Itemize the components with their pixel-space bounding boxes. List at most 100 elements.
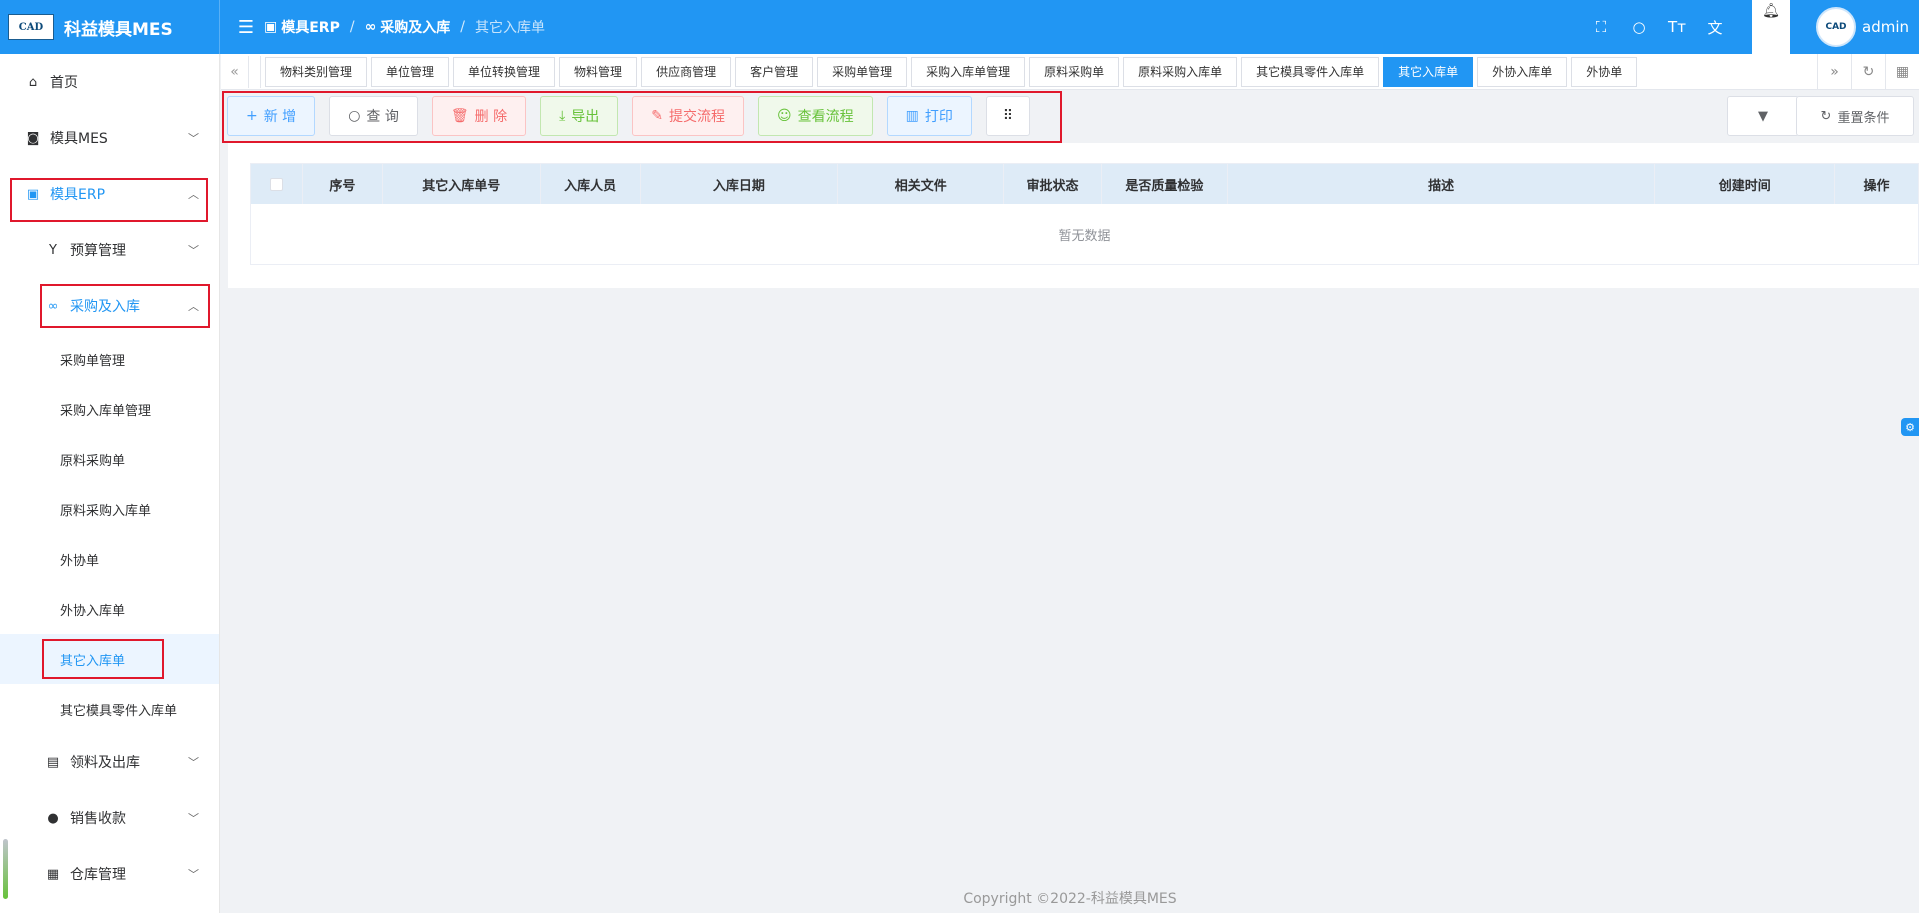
sidebar-item-budget[interactable]: Y 预算管理 ﹀ xyxy=(0,222,219,278)
tag-spacer xyxy=(249,55,261,88)
sidebar-item-other-mold-receipt[interactable]: 其它模具零件入库单 xyxy=(0,684,219,734)
breadcrumb-separator: / xyxy=(349,19,355,35)
table-header: 序号 其它入库单号 入库人员 入库日期 相关文件 审批状态 是否质量检验 描述 … xyxy=(251,164,1918,204)
chevron-down-icon: ﹀ xyxy=(188,756,199,769)
breadcrumb-separator: / xyxy=(460,19,465,35)
breadcrumb-item-current: 其它入库单 xyxy=(474,20,545,36)
font-size-icon[interactable]: Tт xyxy=(1658,18,1696,36)
sidebar: ⌂ 首页 ◙ 模具MES ﹀ ▣ 模具ERP ︿ Y 预算管理 ﹀ ∞ 采购及入库 ︿ 采… xyxy=(0,54,220,913)
data-table: 序号 其它入库单号 入库人员 入库日期 相关文件 审批状态 是否质量检验 描述 … xyxy=(250,163,1919,265)
sidebar-item-purchase[interactable]: ∞ 采购及入库 ︿ xyxy=(0,278,219,334)
select-all-cell xyxy=(251,164,303,204)
column-header[interactable]: 相关文件 xyxy=(838,164,1005,204)
tag-item[interactable]: 单位管理 xyxy=(371,56,450,87)
chevron-down-icon: ﹀ xyxy=(188,132,199,145)
highlight-box-toolbar xyxy=(222,91,1062,143)
cup-icon: Y xyxy=(49,242,57,258)
sidebar-item-material-out[interactable]: ▤ 领料及出库 ﹀ xyxy=(0,734,219,790)
user-icon: ● xyxy=(47,810,59,826)
reset-button[interactable]: ↻ 重置条件 xyxy=(1796,96,1914,136)
building-icon: ▤ xyxy=(46,754,60,770)
column-header[interactable]: 入库人员 xyxy=(541,164,641,204)
dropdown-toggle-button[interactable]: ▼ xyxy=(1727,96,1799,136)
column-header[interactable]: 审批状态 xyxy=(1004,164,1102,204)
column-header[interactable]: 序号 xyxy=(303,164,383,204)
search-icon[interactable]: ○ xyxy=(1620,18,1658,36)
column-header[interactable]: 入库日期 xyxy=(641,164,839,204)
sidebar-item-mes[interactable]: ◙ 模具MES ﹀ xyxy=(0,110,219,166)
caret-down-icon: ▼ xyxy=(1758,108,1768,124)
tag-item[interactable]: 采购单管理 xyxy=(817,56,908,87)
translate-icon[interactable]: 文 xyxy=(1696,17,1734,38)
bell-icon[interactable]: 🔔︎ xyxy=(1752,0,1790,54)
bike-icon: ∞ xyxy=(47,298,59,314)
menu-toggle-icon[interactable]: ☰ xyxy=(228,17,264,38)
avatar: CAD xyxy=(1816,7,1856,47)
scroll-left-icon[interactable]: « xyxy=(221,55,249,88)
chevron-down-icon: ﹀ xyxy=(188,244,199,257)
tag-item-active[interactable]: 其它入库单 xyxy=(1383,56,1474,87)
refresh-icon[interactable]: ↻ xyxy=(1851,53,1885,90)
bike-icon: ∞ xyxy=(364,19,377,35)
breadcrumb: ▣ 模具ERP / ∞ 采购及入库 / 其它入库单 xyxy=(264,17,545,37)
tag-item[interactable]: 供应商管理 xyxy=(641,56,732,87)
column-header[interactable]: 操作 xyxy=(1835,164,1918,204)
tag-item[interactable]: 外协入库单 xyxy=(1477,56,1568,87)
tag-item[interactable]: 原料采购单 xyxy=(1029,56,1120,87)
sidebar-item-purchase-order[interactable]: 采购单管理 xyxy=(0,334,219,384)
column-header[interactable]: 描述 xyxy=(1228,164,1656,204)
top-header: CAD 科益模具MES ☰ ▣ 模具ERP / ∞ 采购及入库 / 其它入库单 ⛶ … xyxy=(0,0,1919,54)
home-icon: ⌂ xyxy=(28,74,38,90)
footer-copyright: Copyright ©2022-科益模具MES xyxy=(963,891,1177,907)
column-header[interactable]: 是否质量检验 xyxy=(1102,164,1228,204)
tag-item[interactable]: 外协单 xyxy=(1571,56,1638,87)
column-header[interactable]: 创建时间 xyxy=(1655,164,1836,204)
tag-item[interactable]: 客户管理 xyxy=(735,56,814,87)
tag-item[interactable]: 其它模具零件入库单 xyxy=(1241,56,1380,87)
tags-bar: « 物料类别管理 单位管理 单位转换管理 物料管理 供应商管理 客户管理 采购单… xyxy=(221,53,1919,90)
box-icon: ▣ xyxy=(264,19,278,35)
chevron-up-icon: ︿ xyxy=(188,300,199,313)
logo-area: CAD 科益模具MES xyxy=(0,0,220,54)
sidebar-item-sales[interactable]: ● 销售收款 ﹀ xyxy=(0,790,219,846)
user-menu[interactable]: CAD admin xyxy=(1816,7,1909,47)
sidebar-item-purchase-receipt[interactable]: 采购入库单管理 xyxy=(0,384,219,434)
tag-item[interactable]: 单位转换管理 xyxy=(453,56,556,87)
header-actions: ⛶ ○ Tт 文 🔔︎ CAD admin xyxy=(1582,0,1919,54)
sidebar-scrollbar[interactable] xyxy=(3,839,8,899)
sidebar-item-outsource[interactable]: 外协单 xyxy=(0,534,219,584)
sidebar-item-other-receipt[interactable]: 其它入库单 xyxy=(0,634,219,684)
sidebar-item-outsource-receipt[interactable]: 外协入库单 xyxy=(0,584,219,634)
settings-icon[interactable]: ⚙ xyxy=(1901,418,1919,436)
username: admin xyxy=(1862,18,1909,36)
sidebar-item-raw-receipt[interactable]: 原料采购入库单 xyxy=(0,484,219,534)
sidebar-item-home[interactable]: ⌂ 首页 xyxy=(0,54,219,110)
logo-icon: CAD xyxy=(8,14,54,40)
breadcrumb-item-purchase[interactable]: ∞ 采购及入库 xyxy=(365,17,451,37)
sidebar-item-raw-purchase[interactable]: 原料采购单 xyxy=(0,434,219,484)
app-root: CAD 科益模具MES ☰ ▣ 模具ERP / ∞ 采购及入库 / 其它入库单 ⛶ … xyxy=(0,0,1919,913)
chevron-down-icon: ﹀ xyxy=(188,868,199,881)
select-all-checkbox[interactable] xyxy=(269,177,283,191)
camera-icon: ◙ xyxy=(26,130,40,146)
sidebar-item-warehouse[interactable]: ▦ 仓库管理 ﹀ xyxy=(0,846,219,902)
tags-actions: » ↻ ▦ xyxy=(1817,53,1919,90)
breadcrumb-item-erp[interactable]: ▣ 模具ERP xyxy=(264,17,340,37)
tag-item[interactable]: 采购入库单管理 xyxy=(911,56,1026,87)
calendar-icon: ▦ xyxy=(46,866,60,882)
refresh-icon: ↻ xyxy=(1820,108,1832,124)
box-icon: ▣ xyxy=(26,186,40,202)
column-header[interactable]: 其它入库单号 xyxy=(383,164,541,204)
chevron-up-icon: ︿ xyxy=(188,188,199,201)
tag-item[interactable]: 原料采购入库单 xyxy=(1123,56,1238,87)
empty-state: 暂无数据 xyxy=(1058,228,1111,244)
app-title: 科益模具MES xyxy=(64,19,173,40)
sidebar-item-erp[interactable]: ▣ 模具ERP ︿ xyxy=(0,166,219,222)
grid-icon[interactable]: ▦ xyxy=(1885,53,1919,90)
fullscreen-icon[interactable]: ⛶ xyxy=(1582,18,1620,36)
chevron-down-icon: ﹀ xyxy=(188,812,199,825)
table-card: 序号 其它入库单号 入库人员 入库日期 相关文件 审批状态 是否质量检验 描述 … xyxy=(228,143,1919,288)
tag-item[interactable]: 物料类别管理 xyxy=(265,56,368,87)
scroll-right-icon[interactable]: » xyxy=(1817,53,1851,90)
tag-item[interactable]: 物料管理 xyxy=(559,56,638,87)
